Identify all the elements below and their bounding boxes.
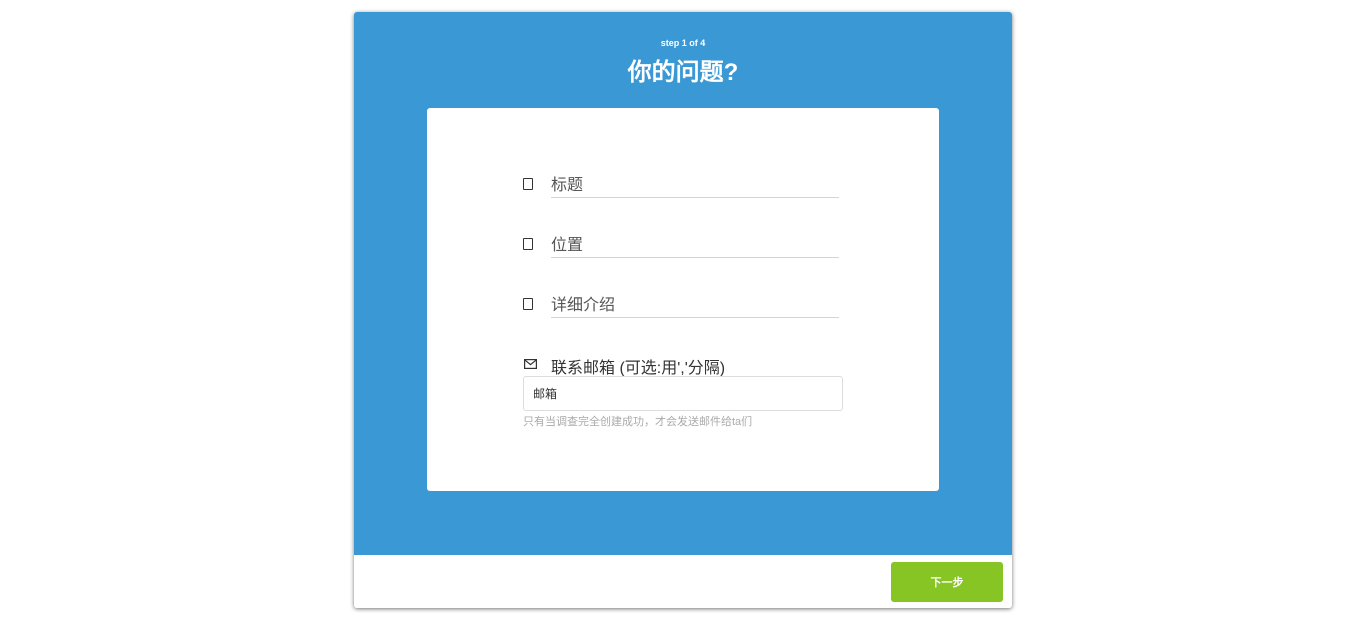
location-field — [523, 230, 839, 260]
file-icon — [523, 178, 533, 190]
email-input[interactable] — [523, 376, 843, 411]
modal-footer: 下一步 — [354, 555, 1012, 608]
email-hint: 只有当调查完全创建成功，才会发送邮件给ta们 — [523, 416, 753, 428]
page-title: 你的问题? — [627, 59, 739, 86]
title-field — [523, 170, 839, 200]
mail-icon — [524, 359, 537, 369]
next-button[interactable]: 下一步 — [891, 562, 1003, 602]
file-icon — [523, 298, 533, 310]
title-input[interactable] — [551, 170, 839, 198]
form-card: 联系邮箱 (可选:用','分隔) 只有当调查完全创建成功，才会发送邮件给ta们 — [427, 108, 939, 491]
file-icon — [523, 238, 533, 250]
location-input[interactable] — [551, 230, 839, 258]
modal-header: step 1 of 4 你的问题? 联系邮箱 (可选:用','分隔) — [354, 12, 1012, 555]
details-field — [523, 290, 839, 320]
email-label: 联系邮箱 (可选:用','分隔) — [551, 360, 726, 377]
details-input[interactable] — [551, 290, 839, 318]
step-indicator: step 1 of 4 — [660, 38, 706, 48]
survey-modal: step 1 of 4 你的问题? 联系邮箱 (可选:用','分隔) — [354, 12, 1012, 608]
